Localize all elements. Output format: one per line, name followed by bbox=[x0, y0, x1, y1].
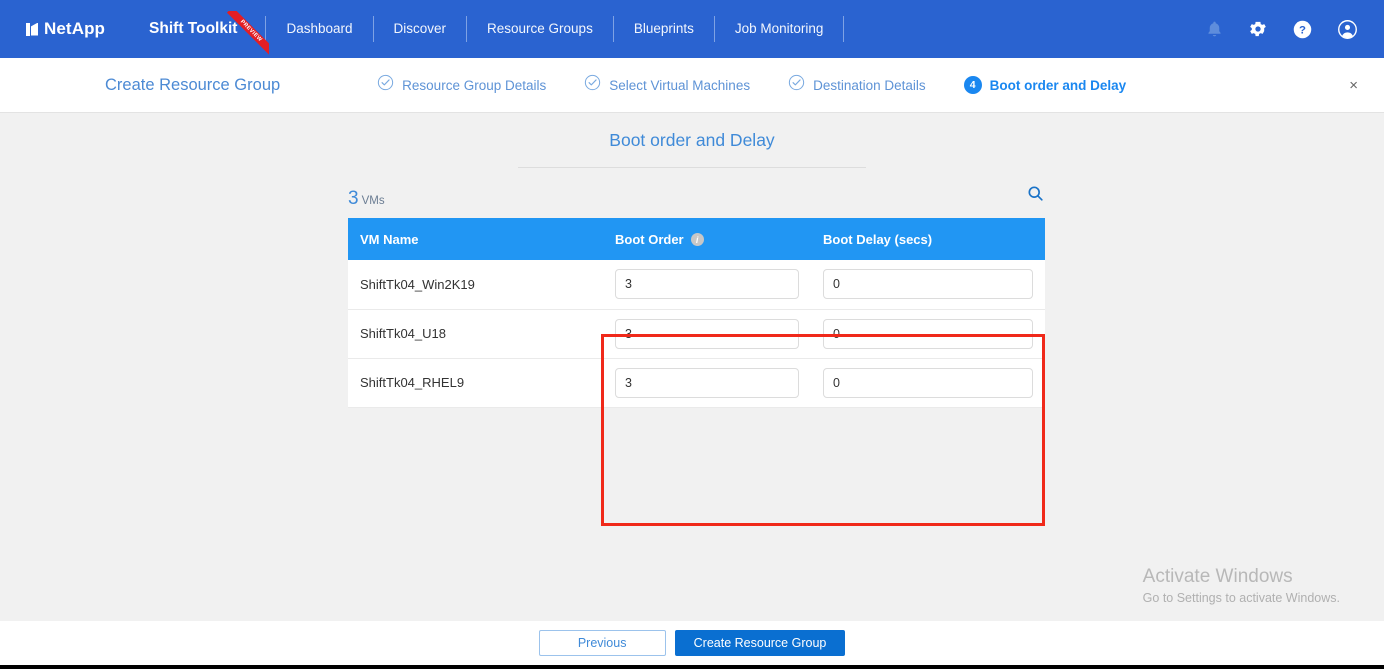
column-header-vm-name: VM Name bbox=[348, 218, 603, 260]
cell-boot-order bbox=[603, 309, 811, 359]
notification-bell-icon[interactable] bbox=[1205, 20, 1224, 39]
wizard-header: Create Resource Group Resource Group Det… bbox=[0, 58, 1384, 113]
nav-divider bbox=[466, 16, 468, 42]
wizard-step-label: Boot order and Delay bbox=[989, 77, 1127, 93]
cell-boot-order bbox=[603, 260, 811, 310]
nav-link-discover[interactable]: Discover bbox=[376, 16, 465, 42]
title-divider bbox=[518, 167, 866, 168]
nav-link-resource-groups[interactable]: Resource Groups bbox=[469, 16, 611, 42]
create-resource-group-button[interactable]: Create Resource Group bbox=[674, 630, 846, 656]
check-circle-icon bbox=[584, 74, 601, 96]
netapp-logo[interactable]: NetApp bbox=[26, 19, 105, 39]
nav-link-blueprints[interactable]: Blueprints bbox=[616, 16, 712, 42]
boot-order-input[interactable] bbox=[615, 367, 799, 398]
application-window: NetApp Shift Toolkit PREVIEW Dashboard D… bbox=[0, 0, 1384, 669]
column-header-boot-order-label: Boot Order bbox=[615, 231, 684, 247]
wizard-step-select-virtual-machines[interactable]: Select Virtual Machines bbox=[584, 74, 750, 96]
search-icon[interactable] bbox=[1026, 184, 1045, 208]
table-header-row: VM Name Boot Order i Boot Delay (secs) bbox=[348, 218, 1045, 260]
product-name-label: Shift Toolkit bbox=[149, 20, 238, 37]
wizard-step-destination-details[interactable]: Destination Details bbox=[788, 74, 926, 96]
vm-count-number: 3 bbox=[348, 188, 359, 209]
netapp-logo-icon bbox=[26, 22, 38, 36]
table-toolbar: 3 VMs bbox=[348, 176, 1045, 208]
wizard-footer: Previous Create Resource Group bbox=[0, 621, 1384, 665]
vm-boot-order-table: VM Name Boot Order i Boot Delay (secs) Sh… bbox=[348, 218, 1045, 408]
wizard-step-label: Resource Group Details bbox=[402, 77, 547, 93]
settings-gear-icon[interactable] bbox=[1248, 19, 1268, 39]
cell-vm-name: ShiftTk04_RHEL9 bbox=[348, 358, 603, 408]
boot-delay-input[interactable] bbox=[823, 367, 1033, 398]
watermark-subtitle: Go to Settings to activate Windows. bbox=[1142, 591, 1340, 605]
nav-divider bbox=[372, 16, 374, 42]
cell-vm-name: ShiftTk04_Win2K19 bbox=[348, 260, 603, 310]
info-icon[interactable]: i bbox=[690, 233, 704, 246]
nav-divider bbox=[612, 16, 614, 42]
step-number-badge: 4 bbox=[963, 76, 982, 94]
nav-links: Dashboard Discover Resource Groups Bluep… bbox=[268, 16, 846, 42]
product-name: Shift Toolkit PREVIEW bbox=[149, 11, 270, 56]
boot-order-input[interactable] bbox=[615, 318, 799, 349]
column-header-boot-delay: Boot Delay (secs) bbox=[811, 218, 1045, 260]
nav-link-dashboard[interactable]: Dashboard bbox=[268, 16, 370, 42]
close-icon[interactable]: × bbox=[1343, 72, 1364, 99]
nav-divider bbox=[713, 16, 715, 42]
page-title: Boot order and Delay bbox=[609, 130, 775, 150]
main-content: Boot order and Delay 3 VMs VM Name Boot … bbox=[0, 114, 1384, 621]
wizard-step-label: Select Virtual Machines bbox=[609, 77, 751, 93]
top-navigation-actions: ? bbox=[1205, 19, 1358, 40]
user-account-icon[interactable] bbox=[1337, 19, 1358, 40]
vm-count-label: VMs bbox=[361, 195, 385, 207]
cell-boot-delay bbox=[811, 260, 1045, 310]
wizard-step-boot-order-and-delay[interactable]: 4 Boot order and Delay bbox=[963, 76, 1127, 94]
wizard-step-label: Destination Details bbox=[813, 77, 926, 93]
window-bottom-edge bbox=[0, 665, 1384, 669]
watermark-title: Activate Windows bbox=[1142, 566, 1293, 587]
svg-text:?: ? bbox=[1299, 24, 1306, 36]
table-row: ShiftTk04_Win2K19 bbox=[348, 260, 1045, 310]
previous-button[interactable]: Previous bbox=[538, 630, 666, 656]
top-navigation-bar: NetApp Shift Toolkit PREVIEW Dashboard D… bbox=[0, 0, 1384, 58]
cell-vm-name: ShiftTk04_U18 bbox=[348, 309, 603, 359]
vm-count: 3 VMs bbox=[348, 189, 385, 208]
help-icon[interactable]: ? bbox=[1292, 19, 1313, 40]
check-circle-icon bbox=[377, 74, 394, 96]
table-row: ShiftTk04_U18 bbox=[348, 309, 1045, 359]
cell-boot-delay bbox=[811, 358, 1045, 408]
cell-boot-order bbox=[603, 358, 811, 408]
wizard-step-resource-group-details[interactable]: Resource Group Details bbox=[377, 74, 546, 96]
column-header-boot-order: Boot Order i bbox=[603, 218, 811, 260]
check-circle-icon bbox=[788, 74, 805, 96]
wizard-steps: Resource Group Details Select Virtual Ma… bbox=[377, 74, 1126, 96]
nav-divider bbox=[843, 16, 845, 42]
boot-delay-input[interactable] bbox=[823, 318, 1033, 349]
table-row: ShiftTk04_RHEL9 bbox=[348, 358, 1045, 408]
windows-activation-watermark: Activate Windows Go to Settings to activ… bbox=[1143, 565, 1340, 607]
wizard-title: Create Resource Group bbox=[105, 75, 281, 94]
nav-link-job-monitoring[interactable]: Job Monitoring bbox=[717, 16, 842, 42]
netapp-logo-text: NetApp bbox=[44, 19, 106, 38]
cell-boot-delay bbox=[811, 309, 1045, 359]
nav-divider bbox=[265, 16, 267, 42]
boot-delay-input[interactable] bbox=[823, 269, 1033, 300]
vm-table-section: 3 VMs VM Name Boot Order i Boot Delay (s… bbox=[348, 176, 1045, 408]
boot-order-input[interactable] bbox=[615, 269, 799, 300]
